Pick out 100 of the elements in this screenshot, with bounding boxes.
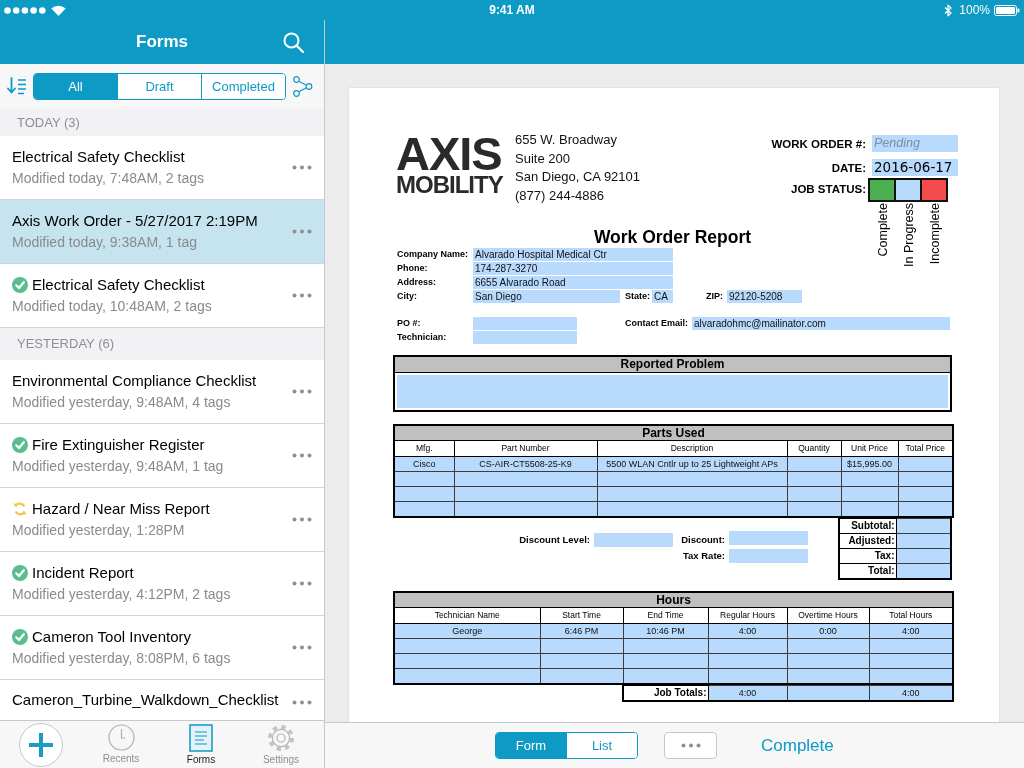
more-button[interactable]	[292, 453, 312, 458]
field-label: DATE:	[831, 161, 866, 174]
tab-bar-item[interactable]: Forms	[161, 721, 241, 768]
more-icon	[292, 453, 312, 458]
more-icon	[292, 389, 312, 394]
more-button[interactable]	[292, 389, 312, 394]
address-line: San Diego, CA 92101	[515, 168, 641, 187]
form-title: Hazard / Near Miss Report	[32, 499, 210, 519]
field-label: Technician:	[396, 331, 448, 343]
address-line: Suite 200	[515, 149, 571, 168]
form-subtitle: Modified today, 9:38AM, 1 tag	[12, 233, 198, 252]
input-field[interactable]	[473, 316, 577, 330]
section-header: YESTERDAY (6)	[0, 328, 324, 360]
form-subtitle: Modified yesterday, 1:28PM	[12, 521, 186, 540]
search-button[interactable]	[283, 31, 304, 53]
more-icon	[292, 700, 312, 705]
text-area-field[interactable]	[395, 372, 950, 410]
sidebar-title: Forms	[136, 32, 188, 52]
input-field[interactable]	[787, 685, 869, 701]
input-field[interactable]: Alvarado Hospital Medical Ctr	[473, 247, 673, 261]
section-header: TODAY (3)	[0, 108, 324, 136]
total-label: Job Totals:	[623, 685, 708, 701]
connected-nodes-icon	[292, 75, 313, 97]
field-label: Contact Email:	[625, 317, 689, 329]
wifi-icon	[51, 4, 66, 16]
form-subtitle: Modified yesterday, 4:12PM, 2 tags	[12, 585, 232, 604]
more-icon	[680, 743, 701, 748]
input-field[interactable]: 4:00	[869, 685, 953, 701]
section-heading: Reported Problem	[395, 356, 950, 373]
battery-icon	[994, 4, 1020, 16]
search-icon	[283, 31, 304, 53]
sort-icon	[7, 77, 27, 95]
more-icon	[292, 581, 312, 586]
bluetooth-icon	[944, 3, 953, 17]
more-icon	[292, 165, 312, 170]
input-field[interactable]	[473, 330, 577, 344]
field-label: City:	[396, 290, 418, 302]
field-label: Discount Level:	[518, 534, 591, 546]
field-label: State:	[625, 290, 651, 302]
input-field[interactable]: 92120-5208	[727, 289, 802, 303]
input-field[interactable]	[594, 532, 673, 547]
more-button[interactable]	[292, 293, 312, 298]
input-field[interactable]	[729, 531, 808, 546]
field-label: JOB STATUS:	[791, 183, 866, 195]
more-icon	[292, 645, 312, 650]
input-field[interactable]: CA	[652, 289, 673, 303]
battery-percentage: 100%	[959, 3, 990, 17]
status-swatch[interactable]	[922, 180, 946, 200]
document-icon	[189, 724, 213, 752]
input-field[interactable]: 2016-06-17	[872, 159, 958, 176]
form-subtitle: Modified yesterday, 8:08PM, 6 tags	[12, 649, 232, 668]
field-label: Discount:	[680, 534, 726, 546]
input-field[interactable]: 6655 Alvarado Road	[473, 275, 673, 289]
input-field[interactable]: 174-287-3270	[473, 261, 673, 275]
address-line: (877) 244-4886	[515, 187, 605, 206]
form-subtitle: Modified today, 7:48AM, 2 tags	[12, 169, 205, 188]
form-title: Cameron Tool Inventory	[32, 627, 191, 647]
more-icon	[292, 293, 312, 298]
status-swatch[interactable]	[870, 180, 894, 200]
section-heading: Hours	[394, 591, 953, 608]
field-label: Address:	[396, 276, 437, 288]
logo-wordmark: MOBILITY	[396, 172, 503, 197]
input-field[interactable]	[896, 518, 951, 534]
sort-button[interactable]	[7, 77, 27, 95]
more-button[interactable]	[292, 645, 312, 650]
status-option-label: In Progress	[902, 203, 916, 267]
form-subtitle: Modified yesterday, 9:48AM, 4 tags	[12, 393, 232, 412]
more-button[interactable]	[292, 581, 312, 586]
field-label: ZIP:	[706, 290, 724, 302]
clock-icon	[107, 724, 135, 751]
input-field[interactable]: San Diego	[473, 289, 620, 303]
workflow-button[interactable]	[292, 75, 313, 97]
field-label: Tax Rate:	[681, 550, 726, 562]
form-list-item[interactable]: Axis Work Order - 5/27/2017 2:19PM Modified today, 9:38AM, 1 tag	[0, 200, 324, 264]
clock-time: 9:41 AM	[489, 3, 535, 17]
form-title: Fire Extinguisher Register	[32, 435, 205, 455]
more-button[interactable]	[292, 165, 312, 170]
form-title: Environmental Compliance Checklist	[12, 371, 257, 391]
more-button[interactable]	[292, 700, 312, 705]
status-swatch[interactable]	[896, 180, 920, 200]
input-field[interactable]	[729, 548, 808, 563]
signal-icon	[4, 6, 46, 14]
form-subtitle: Modified yesterday, 9:48AM, 1 tag	[12, 457, 225, 476]
status-option-label: Incomplete	[928, 203, 942, 265]
input-field[interactable]: alvaradohmc@mailinator.com	[692, 316, 950, 330]
field-label: PO #:	[396, 317, 422, 329]
form-title: Axis Work Order - 5/27/2017 2:19PM	[12, 211, 258, 231]
field-label: WORK ORDER #:	[771, 137, 866, 150]
total-label: Subtotal:	[839, 518, 896, 534]
logo-wordmark: AXIS	[396, 135, 502, 172]
section-heading: Parts Used	[394, 424, 953, 441]
field-label: Phone:	[396, 262, 429, 274]
form-title: Electrical Safety Checklist	[12, 147, 185, 167]
input-field[interactable]: 4:00	[708, 685, 787, 701]
report-title: Work Order Report	[593, 226, 752, 248]
new-form-button[interactable]	[19, 722, 63, 767]
more-icon	[292, 229, 312, 234]
more-button[interactable]	[292, 517, 312, 522]
gear-icon	[267, 724, 295, 752]
form-title: Electrical Safety Checklist	[32, 275, 205, 295]
